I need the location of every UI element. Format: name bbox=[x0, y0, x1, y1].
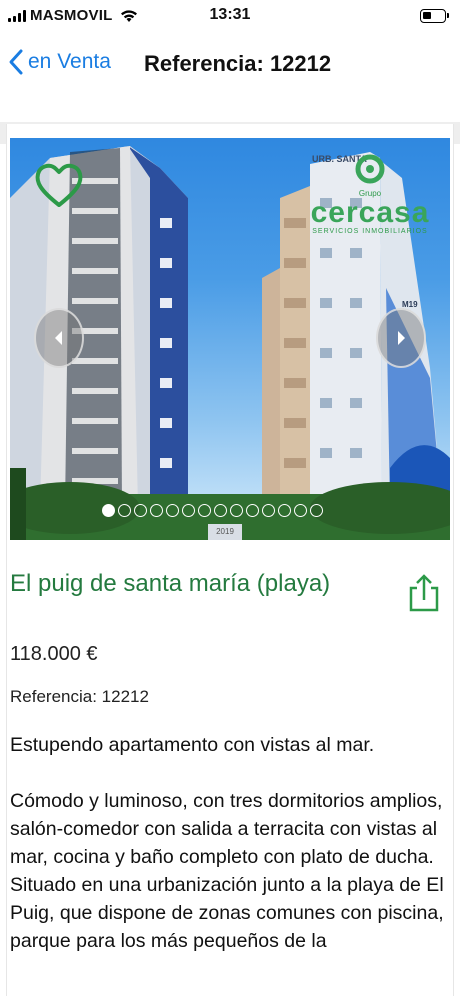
chevron-left-icon bbox=[9, 49, 23, 75]
previous-photo-button[interactable] bbox=[34, 308, 84, 368]
page-title: Referencia: 12212 bbox=[144, 51, 332, 76]
pagination-dot[interactable] bbox=[214, 504, 227, 517]
listing-title: El puig de santa maría (playa) bbox=[10, 570, 331, 597]
listing-price: 118.000 € bbox=[10, 643, 98, 665]
chevron-left-icon bbox=[55, 331, 62, 345]
agency-logo: Grupo cercasa SERVICIOS INMOBILIARIOS bbox=[300, 152, 440, 242]
pagination-dot[interactable] bbox=[294, 504, 307, 517]
pagination-dot[interactable] bbox=[230, 504, 243, 517]
description-paragraph: Estupendo apartamento con vistas al mar. bbox=[10, 734, 375, 756]
battery-icon bbox=[420, 9, 449, 23]
description-paragraph: Situado en una urbanización junto a la p… bbox=[10, 874, 444, 952]
listing-reference: Referencia: 12212 bbox=[10, 687, 149, 706]
pagination-dot[interactable] bbox=[118, 504, 131, 517]
listing-description: Estupendo apartamento con vistas al mar.… bbox=[10, 731, 454, 955]
logo-name-text: cercasa bbox=[310, 196, 430, 229]
photo-gallery[interactable]: URB. SANTA M19 Grupo cercasa SERVICIOS I… bbox=[10, 138, 450, 540]
status-time: 13:31 bbox=[209, 6, 251, 23]
status-bar: MASMOVIL 13:31 bbox=[0, 0, 460, 34]
back-button-label: en Venta bbox=[28, 50, 111, 73]
pagination-dot[interactable] bbox=[246, 504, 259, 517]
heart-outline-icon[interactable] bbox=[32, 158, 86, 212]
pagination-dot[interactable] bbox=[102, 504, 115, 517]
pagination-dot[interactable] bbox=[278, 504, 291, 517]
share-icon[interactable] bbox=[406, 572, 442, 614]
plate-sign: 2019 bbox=[208, 524, 242, 540]
pagination-dot[interactable] bbox=[134, 504, 147, 517]
pagination-dot[interactable] bbox=[150, 504, 163, 517]
logo-ring-icon bbox=[355, 154, 385, 184]
chevron-right-icon bbox=[398, 331, 405, 345]
pagination-dot[interactable] bbox=[310, 504, 323, 517]
photo-pagination bbox=[102, 504, 323, 517]
back-button[interactable]: en Venta bbox=[8, 48, 111, 76]
pagination-dot[interactable] bbox=[182, 504, 195, 517]
logo-tagline-text: SERVICIOS INMOBILIARIOS bbox=[312, 228, 428, 235]
pagination-dot[interactable] bbox=[166, 504, 179, 517]
next-photo-button[interactable] bbox=[376, 308, 426, 368]
description-paragraph: Cómodo y luminoso, con tres dormitorios … bbox=[10, 790, 443, 868]
nav-bar: en Venta Referencia: 12212 bbox=[0, 40, 460, 90]
pagination-dot[interactable] bbox=[262, 504, 275, 517]
pagination-dot[interactable] bbox=[198, 504, 211, 517]
